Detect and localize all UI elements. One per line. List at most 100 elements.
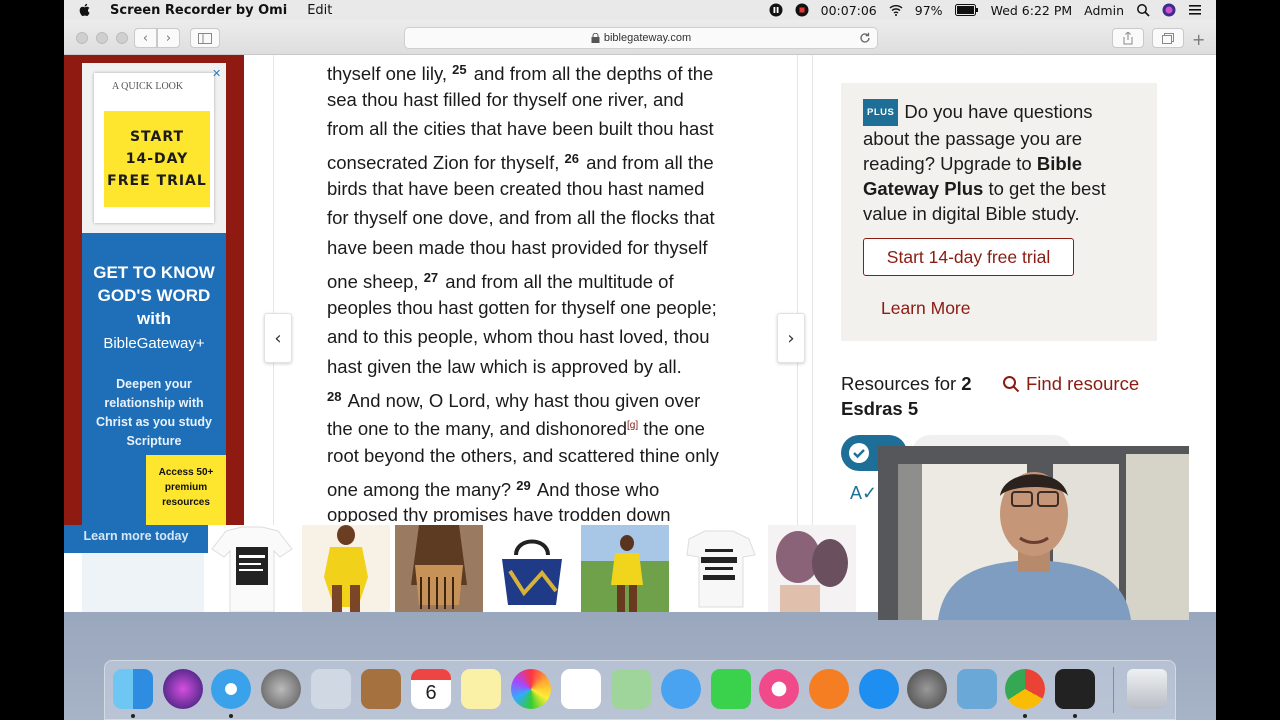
app-name-menu[interactable]: Screen Recorder by Omi	[110, 3, 287, 18]
ad-description: Deepen your relationship with Christ as …	[82, 375, 226, 451]
passage-line: opposed thy promises have trodden down	[327, 500, 747, 522]
ad-trial-line-3: FREE TRIAL	[107, 173, 207, 189]
letterbox-left	[0, 0, 64, 720]
passage-line: have been made thou hast provided for th…	[327, 233, 747, 263]
finder-icon[interactable]	[113, 669, 153, 709]
zoom-window-button[interactable]	[116, 32, 128, 44]
new-tab-button[interactable]: +	[1192, 30, 1205, 49]
next-chapter-button[interactable]: ›	[777, 313, 805, 363]
ad-trial-callout: START 14-DAY FREE TRIAL	[104, 111, 210, 207]
passage-text-segment: for thyself one dove, and from all the f…	[327, 207, 715, 229]
url-text: biblegateway.com	[603, 32, 692, 44]
passage-text-segment: root beyond the others, and scattered th…	[327, 444, 719, 466]
wifi-icon[interactable]	[889, 3, 903, 17]
letterbox-right	[1216, 0, 1280, 720]
notification-center-icon[interactable]	[1188, 3, 1202, 17]
music-icon[interactable]	[759, 669, 799, 709]
find-resource-link[interactable]: Find resource	[1002, 371, 1139, 396]
ad-description-line-3: Christ as you study	[96, 415, 212, 429]
address-bar[interactable]: biblegateway.com	[404, 27, 878, 49]
footnote-link[interactable]: [g]	[627, 420, 638, 431]
pause-recording-icon[interactable]	[769, 3, 783, 17]
passage-text-segment: and from all the	[581, 152, 714, 174]
app-store-icon[interactable]	[859, 669, 899, 709]
previous-chapter-button[interactable]: ‹	[264, 313, 292, 363]
siri-icon[interactable]	[1162, 3, 1176, 17]
ad-thumb-yellow-outfit[interactable]	[302, 525, 390, 612]
launchpad-icon[interactable]	[261, 669, 301, 709]
ad-close-icon[interactable]: ✕	[212, 67, 221, 80]
apple-icon[interactable]	[78, 3, 92, 17]
ad-headline-line-2: GOD'S WORD	[97, 286, 211, 305]
passage-text-segment: sea thou hast filled for thyself one riv…	[327, 88, 684, 110]
screen-recorder-icon[interactable]	[1055, 669, 1095, 709]
system-preferences-icon[interactable]	[907, 669, 947, 709]
share-button[interactable]	[1112, 28, 1144, 48]
trash-icon[interactable]	[1127, 669, 1167, 709]
preview-icon[interactable]	[957, 669, 997, 709]
passage-line: root beyond the others, and scattered th…	[327, 441, 747, 471]
passage-text-segment: opposed thy promises have trodden down	[327, 504, 671, 522]
passage-line: peoples thou hast gotten for thyself one…	[327, 293, 747, 323]
spotlight-search-icon[interactable]	[1136, 3, 1150, 17]
menubar-clock[interactable]: Wed 6:22 PM	[991, 3, 1073, 18]
notes-icon[interactable]	[461, 669, 501, 709]
show-tabs-button[interactable]	[1152, 28, 1184, 48]
reload-icon[interactable]	[859, 32, 871, 44]
passage-text-segment: and from all the depths of the	[468, 63, 714, 84]
start-free-trial-button[interactable]: Start 14-day free trial	[863, 238, 1074, 276]
reminders-icon[interactable]	[561, 669, 601, 709]
ad-promo-block: GET TO KNOW GOD'S WORD with BibleGateway…	[82, 233, 226, 525]
ad-thumb-hairstyle[interactable]	[768, 525, 856, 612]
forward-button[interactable]: ›	[157, 28, 180, 48]
passage-line: birds that have been created thou hast n…	[327, 174, 747, 204]
passage-text-segment: And now, O Lord, why hast thou given ove…	[343, 389, 701, 411]
ad-thumb-onesie[interactable]	[675, 525, 763, 612]
passage-text-segment: one sheep,	[327, 270, 424, 292]
battery-icon[interactable]	[954, 4, 979, 16]
passage-line: sea thou hast filled for thyself one riv…	[327, 85, 747, 115]
maps-icon[interactable]	[611, 669, 651, 709]
learn-more-link[interactable]: Learn More	[881, 298, 971, 319]
passage-text-segment: the one to the many, and dishonored	[327, 418, 627, 440]
books-icon[interactable]	[809, 669, 849, 709]
ad-thumb-fringe-dress[interactable]	[395, 525, 483, 612]
left-advertisement[interactable]: A QUICK LOOK START 14-DAY FREE TRIAL GET…	[64, 55, 244, 525]
chrome-icon[interactable]	[1005, 669, 1045, 709]
safari-icon[interactable]	[211, 669, 251, 709]
siri-app-icon[interactable]	[163, 669, 203, 709]
plus-upsell-text: PLUS Do you have questions about the pass…	[863, 99, 1143, 226]
stop-recording-icon[interactable]	[795, 3, 809, 17]
contacts-icon[interactable]	[361, 669, 401, 709]
ad-thumb-handbag[interactable]	[488, 525, 576, 612]
column-divider-left	[273, 55, 274, 525]
close-window-button[interactable]	[76, 32, 88, 44]
learn-more-today-button[interactable]: Learn more today	[64, 525, 208, 553]
verse-number: 27	[423, 269, 439, 285]
back-button[interactable]: ‹	[134, 28, 157, 48]
messages-icon[interactable]	[661, 669, 701, 709]
menu-edit[interactable]: Edit	[307, 3, 332, 18]
photos-icon[interactable]	[511, 669, 551, 709]
minimize-window-button[interactable]	[96, 32, 108, 44]
dock-running-indicator	[1023, 714, 1027, 718]
dock-running-indicator	[229, 714, 233, 718]
menubar-user[interactable]: Admin	[1084, 3, 1124, 18]
ad-description-line-1: Deepen your	[116, 377, 192, 391]
mail-stamp-icon[interactable]	[311, 669, 351, 709]
facetime-icon[interactable]	[711, 669, 751, 709]
ad-thumb-festival[interactable]	[581, 525, 669, 612]
ad-panel[interactable]: A QUICK LOOK START 14-DAY FREE TRIAL GET…	[82, 63, 226, 525]
dock-running-indicator	[131, 714, 135, 718]
share-icon	[1123, 31, 1133, 44]
translate-icon[interactable]: A✓	[850, 483, 877, 504]
sidebar-toggle-button[interactable]	[190, 28, 220, 48]
menu-bar: Screen Recorder by Omi Edit 00:07:06 97%…	[64, 0, 1216, 20]
calendar-icon[interactable]: 6	[411, 669, 451, 709]
chevron-right-icon: ›	[787, 327, 795, 349]
passage-line: consecrated Zion for thyself, 26 and fro…	[327, 144, 747, 174]
lock-icon	[591, 33, 600, 43]
sidebar-icon	[198, 32, 212, 44]
webcam-overlay	[878, 446, 1189, 620]
ad-thumb-tshirt[interactable]	[208, 525, 296, 612]
